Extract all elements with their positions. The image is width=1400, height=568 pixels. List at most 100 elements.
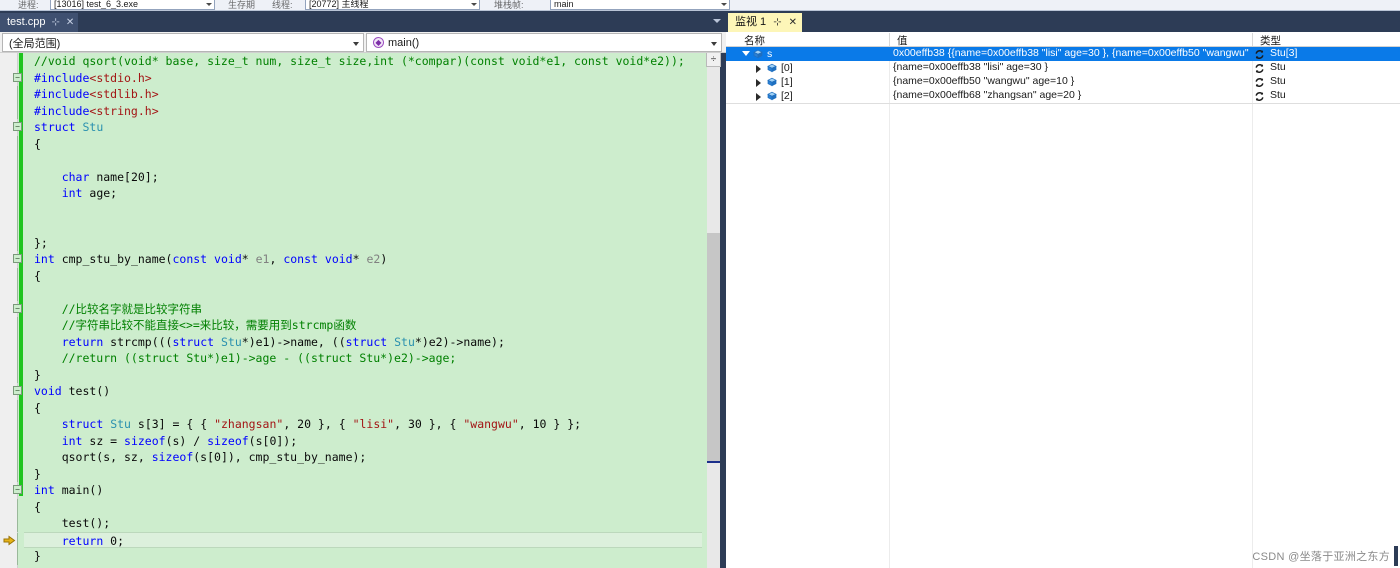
refresh-icon[interactable]	[1254, 63, 1265, 74]
expand-triangle-icon[interactable]	[756, 79, 761, 87]
code-token: int	[34, 252, 55, 266]
debug-toolbar: 进程: [13016] test_6_3.exe 生存期 线程: [20772]…	[0, 0, 1400, 11]
code-line[interactable]: //void qsort(void* base, size_t num, siz…	[24, 53, 702, 70]
code-token: //return ((struct Stu*)e1)->age - ((stru…	[34, 351, 457, 365]
code-line[interactable]: #include<stdlib.h>	[17, 86, 702, 103]
code-line[interactable]: char name[20];	[17, 168, 702, 185]
scope-dropdown[interactable]: (全局范围)	[2, 33, 364, 52]
thread-combobox[interactable]: [20772] 主线程	[305, 0, 480, 10]
code-line[interactable]	[17, 284, 702, 301]
code-line[interactable]: }	[17, 366, 702, 383]
code-line[interactable]: {	[17, 498, 702, 515]
code-line[interactable]: − struct Stu	[13, 119, 702, 136]
column-header-name[interactable]: 名称	[740, 33, 765, 48]
code-line[interactable]: − int main()	[13, 482, 702, 499]
refresh-icon[interactable]	[1254, 49, 1265, 60]
code-line[interactable]: //字符串比较不能直接<>=来比较，需要用到strcmp函数	[17, 317, 702, 334]
code-line[interactable]	[17, 218, 702, 235]
fold-guide-line	[17, 234, 18, 251]
code-token: (s[0]);	[248, 433, 298, 448]
watch-tabstrip: 监视 1 ⊹ ✕	[726, 11, 1400, 32]
watch-row[interactable]: [2] {name=0x00effb68 "zhangsan" age=20 } S…	[726, 89, 1400, 103]
code-line[interactable]: − int cmp_stu_by_name(const void* e1, con…	[13, 251, 702, 268]
expand-triangle-icon[interactable]	[756, 65, 761, 73]
chevron-down-icon	[711, 42, 717, 46]
member-dropdown[interactable]: ◆ main()	[366, 33, 722, 52]
fold-guide-line	[17, 465, 18, 482]
watch-row-name-cell[interactable]: [2]	[726, 89, 889, 103]
fold-guide-line	[17, 532, 18, 549]
watch-row[interactable]: [1] {name=0x00effb50 "wangwu" age=10 } Stu	[726, 75, 1400, 89]
code-token: }	[34, 466, 41, 481]
fold-toggle-icon[interactable]: −	[13, 303, 22, 313]
scrollbar-thumb[interactable]	[707, 233, 720, 463]
fold-toggle-icon[interactable]: −	[13, 254, 22, 263]
tabstrip-overflow-chevron-icon[interactable]	[713, 19, 721, 23]
chevron-down-icon	[353, 42, 359, 46]
fold-guide-line	[17, 185, 18, 202]
process-combobox[interactable]: [13016] test_6_3.exe	[50, 0, 215, 10]
code-line[interactable]: {	[17, 267, 702, 284]
tab-test-cpp[interactable]: test.cpp ⊹ ✕	[0, 13, 79, 32]
code-line[interactable]: int age;	[17, 185, 702, 202]
watch-row-value-cell[interactable]: {name=0x00effb38 "lisi" age=30 }	[889, 61, 1252, 75]
code-line[interactable]: int sz = sizeof(s) / sizeof(s[0]);	[17, 432, 702, 449]
code-line[interactable]	[17, 152, 702, 169]
code-token: "lisi"	[352, 417, 395, 431]
fold-guide-line	[17, 267, 18, 284]
close-icon[interactable]: ✕	[66, 13, 74, 32]
stackframe-combobox[interactable]: main	[550, 0, 730, 10]
method-icon: ◆	[373, 37, 384, 48]
code-editor-surface[interactable]: //void qsort(void* base, size_t num, siz…	[0, 53, 726, 568]
lifecycle-label: 生存期	[228, 0, 256, 10]
code-line[interactable]: }	[17, 465, 702, 482]
header-divider[interactable]	[889, 33, 890, 46]
header-divider[interactable]	[1252, 33, 1253, 46]
watch-row-name-cell[interactable]: [0]	[726, 61, 889, 75]
code-line[interactable]: − void test()	[13, 383, 702, 400]
code-line[interactable]: //return ((struct Stu*)e1)->age - ((stru…	[17, 350, 702, 367]
code-line[interactable]: }	[17, 548, 702, 565]
split-view-button[interactable]: ÷	[706, 53, 721, 67]
code-line[interactable]: return strcmp(((struct Stu*)e1)->name, (…	[17, 333, 702, 350]
editor-vertical-scrollbar[interactable]	[707, 53, 720, 568]
code-line[interactable]: {	[17, 135, 702, 152]
code-line[interactable]: };	[17, 234, 702, 251]
watch-row[interactable]: s 0x00effb38 {{name=0x00effb38 "lisi" age…	[726, 47, 1400, 61]
watch-row-value-cell[interactable]: {name=0x00effb68 "zhangsan" age=20 }	[889, 89, 1252, 103]
refresh-icon[interactable]	[1254, 77, 1265, 88]
fold-toggle-icon[interactable]: −	[13, 72, 22, 82]
column-header-value[interactable]: 值	[893, 33, 908, 48]
close-icon[interactable]: ✕	[789, 13, 797, 32]
code-token: Stu	[220, 334, 242, 349]
watch-row-name-cell[interactable]: s	[726, 47, 889, 61]
code-token: int	[61, 186, 83, 200]
watch-grid[interactable]: 名称 值 类型 s 0x00effb38 {{name=0x00effb38 "l…	[726, 32, 1400, 568]
refresh-icon[interactable]	[1254, 91, 1265, 102]
code-token: {	[34, 499, 41, 514]
watch-row-name-cell[interactable]: [1]	[726, 75, 889, 89]
code-line[interactable]	[17, 201, 702, 218]
code-token: 0;	[103, 533, 125, 548]
watch-row[interactable]: [0] {name=0x00effb38 "lisi" age=30 } Stu	[726, 61, 1400, 75]
code-line[interactable]: test();	[17, 515, 702, 532]
pin-icon[interactable]: ⊹	[773, 13, 781, 32]
code-line[interactable]: return 0;	[17, 531, 702, 549]
code-line[interactable]: − #include<stdio.h>	[13, 70, 702, 87]
code-line[interactable]: − //比较名字就是比较字符串	[13, 301, 702, 318]
fold-toggle-icon[interactable]: −	[13, 386, 22, 395]
fold-toggle-icon[interactable]: −	[13, 485, 22, 494]
collapse-triangle-icon[interactable]	[742, 51, 750, 56]
fold-toggle-icon[interactable]: −	[13, 122, 22, 131]
watch-row-value-cell[interactable]: {name=0x00effb50 "wangwu" age=10 }	[889, 75, 1252, 89]
expand-triangle-icon[interactable]	[756, 93, 761, 101]
column-header-type[interactable]: 类型	[1256, 33, 1281, 48]
code-line[interactable]: #include<string.h>	[17, 102, 702, 119]
fold-guide-line	[17, 399, 18, 416]
code-line[interactable]: struct Stu s[3] = { { "zhangsan", 20 }, …	[17, 416, 702, 433]
tab-watch-1[interactable]: 监视 1 ⊹ ✕	[728, 13, 802, 32]
code-line[interactable]: {	[17, 399, 702, 416]
code-line[interactable]: qsort(s, sz, sizeof(s[0]), cmp_stu_by_na…	[17, 449, 702, 466]
watch-row-value-cell[interactable]: 0x00effb38 {{name=0x00effb38 "lisi" age=…	[889, 47, 1252, 61]
pin-icon[interactable]: ⊹	[52, 13, 60, 32]
